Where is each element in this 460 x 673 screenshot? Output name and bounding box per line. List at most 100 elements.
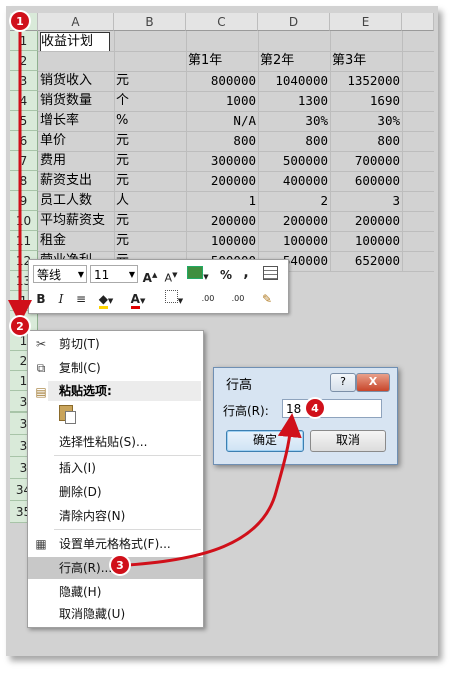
cell-b2[interactable]: [116, 52, 184, 70]
row-header[interactable]: 7: [10, 151, 38, 171]
help-button[interactable]: ?: [330, 373, 356, 392]
cell-a7[interactable]: 费用: [40, 152, 114, 170]
menu-item-paste-special[interactable]: 选择性粘贴(S)...: [28, 431, 203, 453]
cell-a9[interactable]: 员工人数: [40, 192, 114, 210]
comma-style-button[interactable]: ,: [239, 264, 253, 282]
cell-b9[interactable]: 人: [116, 192, 184, 210]
cell-d1[interactable]: [260, 32, 328, 50]
row-header[interactable]: 2: [10, 51, 38, 71]
menu-item-insert[interactable]: 插入(I): [28, 457, 203, 479]
increase-decimal-button[interactable]: .00: [195, 290, 221, 308]
cell-a8[interactable]: 薪资支出: [40, 172, 114, 190]
menu-item-unhide[interactable]: 取消隐藏(U): [28, 603, 203, 625]
cell-a6[interactable]: 单价: [40, 132, 114, 150]
cell-a2[interactable]: [40, 52, 114, 70]
row-header[interactable]: 5: [10, 111, 38, 131]
row-header[interactable]: 4: [10, 91, 38, 111]
cell-e4[interactable]: 1690: [332, 92, 400, 110]
cell-b5[interactable]: %: [116, 112, 184, 130]
align-center-button[interactable]: ≡: [73, 290, 89, 308]
cell-c7[interactable]: 300000: [188, 152, 256, 170]
cell-b3[interactable]: 元: [116, 72, 184, 90]
shrink-font-button[interactable]: A▼: [163, 266, 179, 285]
column-header-f[interactable]: [402, 13, 434, 31]
cell-d3[interactable]: 1040000: [260, 72, 328, 90]
cell-b1[interactable]: [116, 32, 184, 50]
menu-item-hide[interactable]: 隐藏(H): [28, 581, 203, 603]
cell-e9[interactable]: 3: [332, 192, 400, 210]
borders-button[interactable]: ▼: [161, 290, 187, 308]
row-header[interactable]: 9: [10, 191, 38, 211]
font-name-select[interactable]: 等线 ▼: [33, 265, 87, 283]
cell-d10[interactable]: 200000: [260, 212, 328, 230]
cell-b7[interactable]: 元: [116, 152, 184, 170]
cell-b4[interactable]: 个: [116, 92, 184, 110]
row-header[interactable]: 10: [10, 211, 38, 231]
cell-a4[interactable]: 销货数量: [40, 92, 114, 110]
cell-e5[interactable]: 30%: [332, 112, 400, 130]
cell-e6[interactable]: 800: [332, 132, 400, 150]
cell-c1[interactable]: [188, 32, 256, 50]
cell-b8[interactable]: 元: [116, 172, 184, 190]
cell-e12[interactable]: 652000: [332, 252, 400, 270]
cancel-button[interactable]: 取消: [310, 430, 386, 452]
cell-e11[interactable]: 100000: [332, 232, 400, 250]
ok-button[interactable]: 确定: [226, 430, 304, 452]
cell-a5[interactable]: 增长率: [40, 112, 114, 130]
cell-d8[interactable]: 400000: [260, 172, 328, 190]
column-header-c[interactable]: C: [186, 13, 258, 31]
close-button[interactable]: X: [356, 373, 390, 392]
column-header-d[interactable]: D: [258, 13, 330, 31]
cell-d11[interactable]: 100000: [260, 232, 328, 250]
percent-style-button[interactable]: %: [219, 266, 233, 284]
cell-c5[interactable]: N/A: [188, 112, 256, 130]
paste-button[interactable]: [59, 405, 79, 427]
cell-a1[interactable]: 收益计划: [40, 32, 110, 52]
row-header[interactable]: 3: [10, 71, 38, 91]
column-header-a[interactable]: A: [38, 13, 114, 31]
cell-e8[interactable]: 600000: [332, 172, 400, 190]
cell-e7[interactable]: 700000: [332, 152, 400, 170]
cell-c2[interactable]: 第1年: [188, 52, 256, 70]
cell-d2[interactable]: 第2年: [260, 52, 328, 70]
cell-c4[interactable]: 1000: [188, 92, 256, 110]
cell-e2[interactable]: 第3年: [332, 52, 400, 70]
cell-c6[interactable]: 800: [188, 132, 256, 150]
bold-button[interactable]: B: [33, 290, 49, 308]
accounting-format-button[interactable]: ▼: [185, 266, 211, 284]
cell-e1[interactable]: [332, 32, 400, 50]
menu-item-clear-contents[interactable]: 清除内容(N): [28, 505, 203, 527]
menu-item-delete[interactable]: 删除(D): [28, 481, 203, 503]
cell-d7[interactable]: 500000: [260, 152, 328, 170]
column-header-b[interactable]: B: [114, 13, 186, 31]
decrease-decimal-button[interactable]: .00: [225, 290, 251, 308]
cell-c3[interactable]: 800000: [188, 72, 256, 90]
cell-e3[interactable]: 1352000: [332, 72, 400, 90]
cell-a11[interactable]: 租金: [40, 232, 114, 250]
row-header[interactable]: 8: [10, 171, 38, 191]
italic-button[interactable]: I: [53, 290, 69, 308]
grow-font-button[interactable]: A▲: [142, 266, 158, 285]
format-painter-table-button[interactable]: [261, 266, 279, 284]
cell-a3[interactable]: 销货收入: [40, 72, 114, 90]
format-painter-button[interactable]: ✎: [257, 290, 277, 308]
row-header[interactable]: 1: [10, 31, 38, 51]
font-color-button[interactable]: A▼: [125, 290, 151, 309]
menu-item-copy[interactable]: 复制(C): [28, 357, 203, 379]
cell-c10[interactable]: 200000: [188, 212, 256, 230]
font-size-select[interactable]: 11 ▼: [90, 265, 138, 283]
cell-b6[interactable]: 元: [116, 132, 184, 150]
row-header[interactable]: 6: [10, 131, 38, 151]
cell-d5[interactable]: 30%: [260, 112, 328, 130]
cell-b10[interactable]: 元: [116, 212, 184, 230]
cell-a10[interactable]: 平均薪资支: [40, 212, 114, 230]
cell-c11[interactable]: 100000: [188, 232, 256, 250]
row-height-input[interactable]: 18: [282, 399, 382, 418]
cell-b11[interactable]: 元: [116, 232, 184, 250]
cell-d6[interactable]: 800: [260, 132, 328, 150]
cell-d9[interactable]: 2: [260, 192, 328, 210]
cell-d4[interactable]: 1300: [260, 92, 328, 110]
column-header-e[interactable]: E: [330, 13, 402, 31]
menu-item-cut[interactable]: 剪切(T): [28, 333, 203, 355]
row-header[interactable]: 11: [10, 231, 38, 251]
